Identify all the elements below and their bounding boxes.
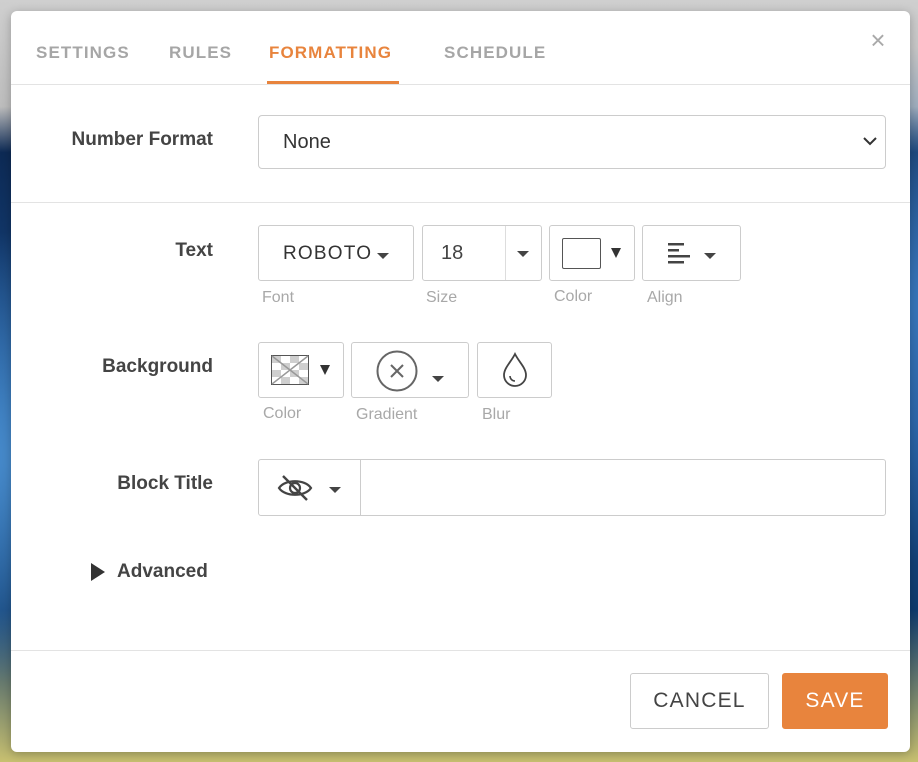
font-value: ROBOTO xyxy=(283,243,373,264)
caret-down-icon xyxy=(377,253,389,259)
circle-x-icon xyxy=(376,350,418,392)
caret-down-icon xyxy=(432,376,444,382)
text-label: Text xyxy=(175,240,213,261)
font-caption: Font xyxy=(262,289,295,306)
align-select[interactable] xyxy=(642,225,741,281)
caret-down-icon[interactable] xyxy=(517,251,529,257)
gradient-select[interactable] xyxy=(351,342,469,398)
active-tab-indicator xyxy=(267,81,399,84)
size-value: 18 xyxy=(441,242,464,264)
tab-schedule[interactable]: SCHEDULE xyxy=(444,43,546,83)
block-title-label: Block Title xyxy=(117,473,213,494)
tab-bar: SETTINGS RULES FORMATTING SCHEDULE xyxy=(11,11,910,85)
tab-settings[interactable]: SETTINGS xyxy=(36,43,130,83)
size-caption: Size xyxy=(426,289,458,306)
color-swatch xyxy=(562,238,601,269)
text-color-caption: Color xyxy=(554,288,593,305)
cancel-button[interactable]: CANCEL xyxy=(630,673,769,729)
blur-button[interactable] xyxy=(477,342,552,398)
close-icon[interactable]: × xyxy=(867,27,889,53)
background-color-caption: Color xyxy=(263,405,302,422)
background-label: Background xyxy=(102,356,213,377)
chevron-down-icon xyxy=(863,137,877,146)
number-format-select[interactable]: None xyxy=(258,115,886,169)
number-format-label: Number Format xyxy=(71,129,213,150)
size-divider xyxy=(505,226,506,280)
gradient-caption: Gradient xyxy=(356,406,418,423)
size-select[interactable]: 18 xyxy=(422,225,542,281)
align-left-icon xyxy=(668,243,690,264)
caret-right-icon xyxy=(91,563,105,581)
eye-off-icon xyxy=(277,475,313,501)
block-title-group xyxy=(258,459,886,516)
caret-down-icon xyxy=(704,253,716,259)
blur-caption: Blur xyxy=(482,406,511,423)
save-button[interactable]: SAVE xyxy=(782,673,888,729)
title-visibility-select[interactable] xyxy=(259,460,361,515)
footer-divider xyxy=(11,650,910,651)
tab-rules[interactable]: RULES xyxy=(169,43,232,83)
droplet-icon xyxy=(503,352,527,387)
align-caption: Align xyxy=(647,289,683,306)
background-color-picker[interactable] xyxy=(258,342,344,398)
font-select[interactable]: ROBOTO xyxy=(258,225,414,281)
triangle-down-icon xyxy=(611,248,621,258)
advanced-label: Advanced xyxy=(117,561,208,582)
text-color-picker[interactable] xyxy=(549,225,635,281)
formatting-dialog: SETTINGS RULES FORMATTING SCHEDULE × Num… xyxy=(11,11,910,752)
section-divider xyxy=(11,202,910,203)
caret-down-icon xyxy=(329,487,341,493)
transparent-swatch-icon xyxy=(271,355,309,385)
number-format-value: None xyxy=(283,131,331,153)
triangle-down-icon xyxy=(320,365,330,375)
block-title-input[interactable] xyxy=(362,462,884,515)
tab-formatting[interactable]: FORMATTING xyxy=(269,43,392,83)
